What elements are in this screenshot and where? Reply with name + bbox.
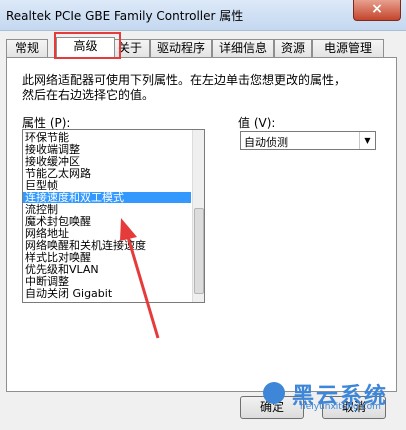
annotation-arrow-icon (120, 218, 160, 339)
